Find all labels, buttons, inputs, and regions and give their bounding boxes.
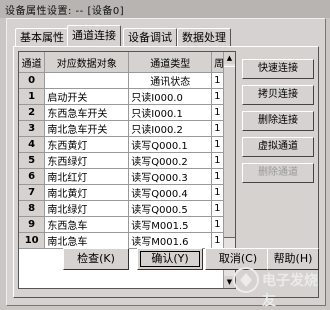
cell-object[interactable]: 东西急车 [44, 216, 130, 233]
col-header-channel: 通道 [19, 52, 46, 73]
col-header-type: 通道类型 [128, 52, 213, 73]
scroll-thumb[interactable] [224, 66, 235, 238]
quick-connect-button[interactable]: 快速连接 [242, 59, 314, 79]
cell-channel: 1 [19, 88, 46, 105]
cell-cycle[interactable]: 1 [211, 216, 224, 233]
cell-cycle[interactable]: 1 [211, 168, 224, 185]
cell-channel: 0 [19, 72, 46, 89]
copy-connection-button[interactable]: 拷贝连接 [242, 85, 314, 105]
virtual-channel-button[interactable]: 虚拟通道 [242, 137, 314, 157]
tab-data-processing[interactable]: 数据处理 [177, 28, 231, 46]
cell-cycle[interactable]: 1 [211, 152, 224, 169]
watermark-text: 电子发烧友 [262, 273, 318, 309]
cell-channel: 2 [19, 104, 46, 121]
cell-cycle[interactable]: 1 [211, 232, 224, 249]
cell-type[interactable]: 读写M001.5 [128, 216, 213, 233]
cell-type[interactable]: 只读I000.2 [128, 120, 213, 137]
table-row[interactable]: 2 东西急车开关 只读I000.1 1 [19, 104, 224, 121]
delete-connection-button[interactable]: 删除连接 [242, 111, 314, 131]
cell-object[interactable]: 东西黄灯 [44, 136, 130, 153]
cell-channel: 7 [19, 184, 46, 201]
col-header-cycle: 周 [211, 52, 224, 73]
table-row[interactable]: 0 通讯状态 1 [19, 72, 224, 89]
cell-type[interactable]: 读写Q000.2 [128, 152, 213, 169]
table-row[interactable]: 3 南北急车开关 只读I000.2 1 [19, 120, 224, 137]
cell-object[interactable]: 南北黄灯 [44, 184, 130, 201]
cell-channel: 8 [19, 200, 46, 217]
cell-type[interactable]: 通讯状态 [128, 72, 213, 89]
delete-channel-button: 删除通道 [242, 163, 314, 183]
table-row[interactable]: 8 南北绿灯 读写Q000.5 1 [19, 200, 224, 217]
scroll-up-arrow-icon[interactable]: ▲ [224, 52, 235, 64]
cell-type[interactable]: 读写Q000.4 [128, 184, 213, 201]
cell-channel: 5 [19, 152, 46, 169]
cell-channel: 6 [19, 168, 46, 185]
table-row[interactable]: 9 东西急车 读写M001.5 1 [19, 216, 224, 233]
window-title: 设备属性设置: -- [设备0] [5, 6, 125, 17]
table-header-row: 通道 对应数据对象 通道类型 周 [19, 52, 224, 73]
cell-cycle[interactable]: 1 [211, 120, 224, 137]
cell-object[interactable] [44, 72, 130, 89]
cell-type[interactable]: 读写Q000.1 [128, 136, 213, 153]
table-row[interactable]: 4 东西黄灯 读写Q000.1 1 [19, 136, 224, 153]
cell-type[interactable]: 只读I000.0 [128, 88, 213, 105]
cell-object[interactable]: 东西绿灯 [44, 152, 130, 169]
tab-basic-properties[interactable]: 基本属性 [15, 28, 69, 46]
cell-type[interactable]: 只读I000.1 [128, 104, 213, 121]
cell-object[interactable]: 南北红灯 [44, 168, 130, 185]
cell-cycle[interactable]: 1 [211, 184, 224, 201]
table-row[interactable]: 10 南北急车 读写M001.6 1 [19, 232, 224, 249]
table-row[interactable]: 6 南北红灯 读写Q000.3 1 [19, 168, 224, 185]
col-header-object: 对应数据对象 [44, 52, 130, 73]
cell-channel: 9 [19, 216, 46, 233]
table-row[interactable]: 5 东西绿灯 读写Q000.2 1 [19, 152, 224, 169]
cell-cycle[interactable]: 1 [211, 200, 224, 217]
table-row[interactable]: 1 启动开关 只读I000.0 1 [19, 88, 224, 105]
cell-channel: 10 [19, 232, 46, 249]
cell-object[interactable]: 南北急车 [44, 232, 130, 249]
cell-cycle[interactable]: 1 [211, 136, 224, 153]
watermark-logo: 电子发烧友 [232, 262, 324, 309]
cell-type[interactable]: 读写Q000.5 [128, 200, 213, 217]
cell-cycle[interactable]: 1 [211, 104, 224, 121]
confirm-button[interactable]: 确认(Y) [137, 248, 203, 270]
cell-type[interactable]: 读写M001.6 [128, 232, 213, 249]
cell-type[interactable]: 读写Q000.3 [128, 168, 213, 185]
table-row[interactable]: 7 南北黄灯 读写Q000.4 1 [19, 184, 224, 201]
cell-cycle[interactable]: 1 [211, 72, 224, 89]
cell-channel: 4 [19, 136, 46, 153]
cell-object[interactable]: 南北绿灯 [44, 200, 130, 217]
cell-channel: 3 [19, 120, 46, 137]
cell-object[interactable]: 启动开关 [44, 88, 130, 105]
cell-object[interactable]: 南北急车开关 [44, 120, 130, 137]
tab-device-debug[interactable]: 设备调试 [123, 28, 177, 46]
check-button[interactable]: 检查(K) [63, 248, 129, 270]
title-bar: 设备属性设置: -- [设备0] [0, 0, 330, 18]
cell-object[interactable]: 东西急车开关 [44, 104, 130, 121]
cell-cycle[interactable]: 1 [211, 88, 224, 105]
tab-channel-connection[interactable]: 通道连接 [67, 25, 121, 46]
